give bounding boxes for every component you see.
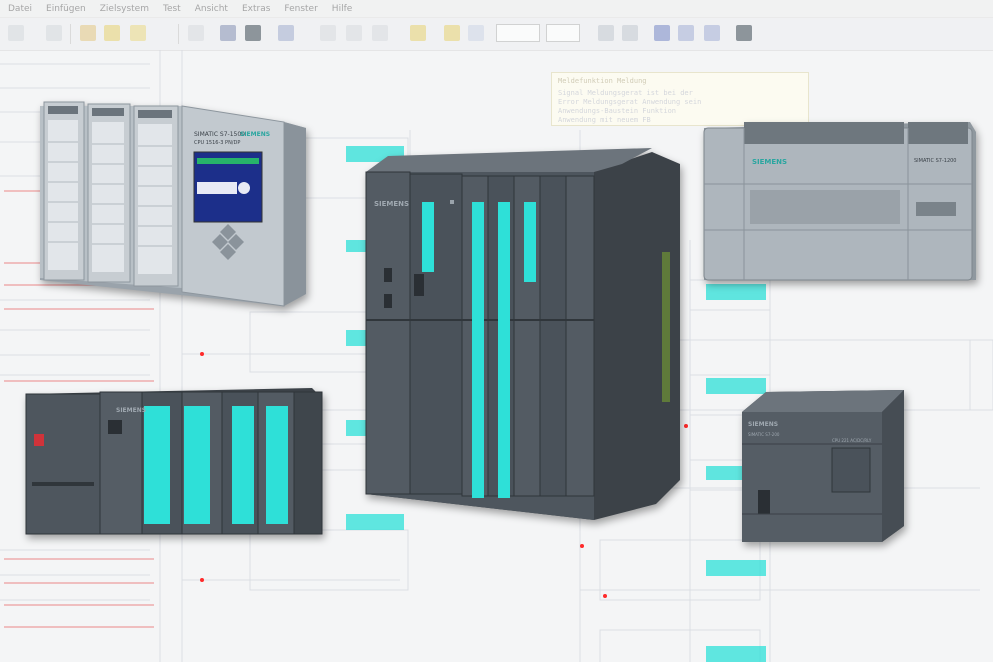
siemens-brand: SIEMENS <box>374 200 409 208</box>
comment-line: Signal Meldungsgerat ist bei der <box>558 89 693 97</box>
siemens-brand: SIEMENS <box>752 158 787 166</box>
plc-collage: Datei Einfügen Zielsystem Test Ansicht E… <box>0 0 993 662</box>
comment-line: Error Meldungsgerat Anwendung sein <box>558 98 702 106</box>
comment-title: Meldefunktion Meldung <box>558 77 647 85</box>
siemens-brand: SIEMENS <box>748 421 778 428</box>
s7-1500-display-label: CPU 1516-3 PN/DP <box>194 140 240 146</box>
comment-line: Anwendungs-Baustein Funktion <box>558 107 677 115</box>
s7-1500-label: SIMATIC S7-1500 <box>194 131 245 138</box>
s7-200-controller: SIEMENS SIMATIC S7-200 CPU 221 AC/DC/RLY <box>742 390 904 542</box>
s7-200-cpu-label: CPU 221 AC/DC/RLY <box>832 438 872 443</box>
s7-400-controller: SIEMENS <box>365 148 680 520</box>
s7-1500-controller: SIMATIC S7-1500 CPU 1516-3 PN/DP SIEMENS <box>40 101 306 307</box>
siemens-brand: SIEMENS <box>240 131 270 138</box>
s7-1200-label: SIMATIC S7-1200 <box>914 158 957 164</box>
s7-300-controller: SIEMENS <box>25 388 323 535</box>
s7-200-label: SIMATIC S7-200 <box>748 432 780 437</box>
s7-1200-controller: SIEMENS SIMATIC S7-1200 <box>703 122 976 281</box>
siemens-brand: SIEMENS <box>116 407 146 414</box>
comment-line: Anwendung mit neuem FB <box>558 116 651 124</box>
